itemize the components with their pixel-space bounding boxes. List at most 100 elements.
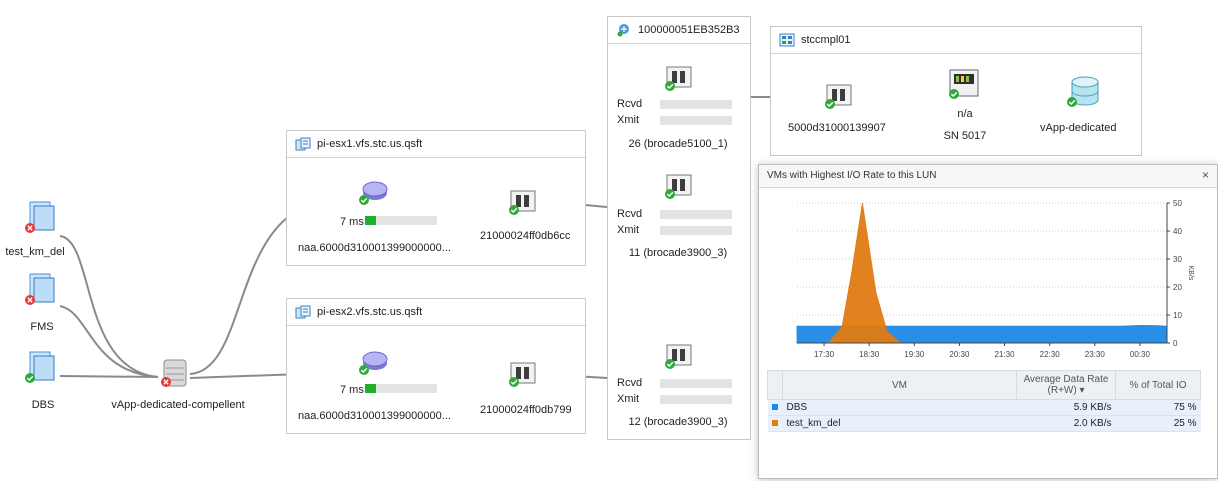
rcvd-bar: [660, 379, 732, 388]
xmit-bar: [660, 395, 732, 404]
y-tick-label: 0: [1173, 339, 1178, 348]
ok-status-icon: [509, 205, 519, 215]
io-rate-popup[interactable]: VMs with Highest I/O Rate to this LUN × …: [758, 164, 1218, 479]
y-tick-label: 20: [1173, 283, 1182, 292]
x-tick-label: 22:30: [1040, 350, 1061, 359]
legend-swatch: [771, 420, 778, 426]
latency-bar-fill: [365, 384, 376, 393]
storage-title: stccmpl01: [801, 34, 851, 46]
vm-label: DBS: [31, 399, 55, 411]
storage-port-label: 5000d31000139907: [788, 122, 886, 134]
series-area-test-km-del: [797, 202, 1167, 344]
switch-icon: [617, 24, 629, 37]
switch-title: 100000051EB352B3: [638, 24, 740, 36]
error-status-icon: [161, 377, 171, 387]
y-tick-label: 40: [1173, 227, 1182, 236]
ok-status-icon: [665, 81, 675, 91]
xmit-label: Xmit: [617, 224, 639, 236]
x-tick-label: 21:30: [995, 350, 1016, 359]
vm-label: test_km_del: [5, 246, 65, 258]
error-status-icon: [25, 295, 35, 305]
storage-panel-header: stccmpl01: [771, 27, 1141, 54]
volume-label: vApp-dedicated: [1040, 122, 1117, 134]
rcvd-label: Rcvd: [617, 208, 643, 220]
latency-bar: [365, 384, 437, 393]
hba-label: 21000024ff0db799: [480, 404, 572, 416]
volume-node[interactable]: [1067, 74, 1102, 110]
lun-label: naa.6000d310001399000000...: [298, 410, 451, 422]
controller-node[interactable]: [948, 68, 980, 102]
host-title: pi-esx1.vfs.stc.us.qsft: [317, 138, 423, 150]
vm-name-cell: test_km_del: [782, 415, 1017, 432]
table-row[interactable]: DBS 5.9 KB/s 75 %: [767, 399, 1201, 416]
table-row[interactable]: test_km_del 2.0 KB/s 25 %: [767, 415, 1201, 432]
ok-status-icon: [1067, 97, 1077, 107]
legend-swatch: [771, 404, 778, 410]
column-header-rate[interactable]: Average Data Rate (R+W) ▾: [1016, 370, 1116, 400]
rcvd-bar: [660, 210, 732, 219]
host-icon: [295, 305, 311, 319]
switch-port-node[interactable]: [665, 174, 692, 199]
hba-port-node[interactable]: [509, 190, 536, 215]
switch-panel-header: 100000051EB352B3: [608, 17, 750, 44]
switch-port-node[interactable]: [665, 66, 692, 91]
controller-label: n/a: [957, 108, 973, 120]
io-table: VM Average Data Rate (R+W) ▾ % of Total …: [767, 370, 1201, 432]
latency-bar: [365, 216, 437, 225]
ok-status-icon: [665, 359, 675, 369]
rcvd-label: Rcvd: [617, 377, 643, 389]
pct-cell: 75 %: [1115, 399, 1201, 416]
storage-system-icon: [779, 33, 795, 47]
host-icon: [295, 137, 311, 151]
x-tick-label: 18:30: [859, 350, 880, 359]
datastore-node[interactable]: [158, 358, 194, 394]
switch-port-label: 26 (brocade5100_1): [628, 138, 728, 150]
host-panel-header: pi-esx1.vfs.stc.us.qsft: [287, 131, 585, 158]
vm-name-cell: DBS: [782, 399, 1017, 416]
switch-port-node[interactable]: [665, 344, 692, 369]
latency-value: 7 ms: [340, 384, 364, 396]
datastore-label: vApp-dedicated-compellent: [111, 399, 245, 411]
ok-status-icon: [509, 377, 519, 387]
column-header-vm[interactable]: VM: [782, 370, 1017, 400]
host-panel-header: pi-esx2.vfs.stc.us.qsft: [287, 299, 585, 326]
x-tick-label: 19:30: [904, 350, 925, 359]
popup-title: VMs with Highest I/O Rate to this LUN: [767, 170, 937, 181]
y-axis-label: KB/s: [1187, 266, 1194, 281]
switch-port-label: 11 (brocade3900_3): [628, 247, 728, 259]
hba-port-node[interactable]: [509, 362, 536, 387]
ok-status-icon: [949, 89, 959, 99]
vm-label: FMS: [30, 321, 54, 333]
x-tick-label: 00:30: [1130, 350, 1151, 359]
hba-label: 21000024ff0db6cc: [480, 230, 571, 242]
y-tick-label: 50: [1173, 199, 1182, 208]
lun-node[interactable]: [359, 178, 390, 206]
ok-status-icon: [359, 365, 369, 375]
x-tick-label: 17:30: [814, 350, 835, 359]
xmit-label: Xmit: [617, 393, 639, 405]
xmit-bar: [660, 226, 732, 235]
latency-value: 7 ms: [340, 216, 364, 228]
storage-port-node[interactable]: [825, 84, 852, 109]
latency-bar-fill: [365, 216, 376, 225]
pct-cell: 25 %: [1115, 415, 1201, 432]
ok-status-icon: [665, 189, 675, 199]
controller-serial: SN 5017: [943, 130, 987, 142]
lun-label: naa.6000d310001399000000...: [298, 242, 451, 254]
lun-node[interactable]: [359, 348, 390, 376]
error-status-icon: [25, 223, 35, 233]
column-header-pct[interactable]: % of Total IO: [1115, 370, 1201, 400]
ok-status-icon: [25, 373, 35, 383]
xmit-label: Xmit: [617, 114, 639, 126]
switch-port-label: 12 (brocade3900_3): [628, 416, 728, 428]
close-icon[interactable]: ×: [1202, 168, 1209, 182]
io-rate-chart: 0 10 20 30 40 50 17:30 18:30 19:30 20:30 21:30 22:3…: [796, 199, 1194, 359]
rcvd-bar: [660, 100, 732, 109]
x-tick-label: 20:30: [949, 350, 970, 359]
xmit-bar: [660, 116, 732, 125]
popup-header: VMs with Highest I/O Rate to this LUN ×: [759, 165, 1217, 188]
x-tick-label: 23:30: [1085, 350, 1106, 359]
rate-cell: 5.9 KB/s: [1016, 399, 1116, 416]
rate-cell: 2.0 KB/s: [1016, 415, 1116, 432]
y-tick-label: 30: [1173, 255, 1182, 264]
